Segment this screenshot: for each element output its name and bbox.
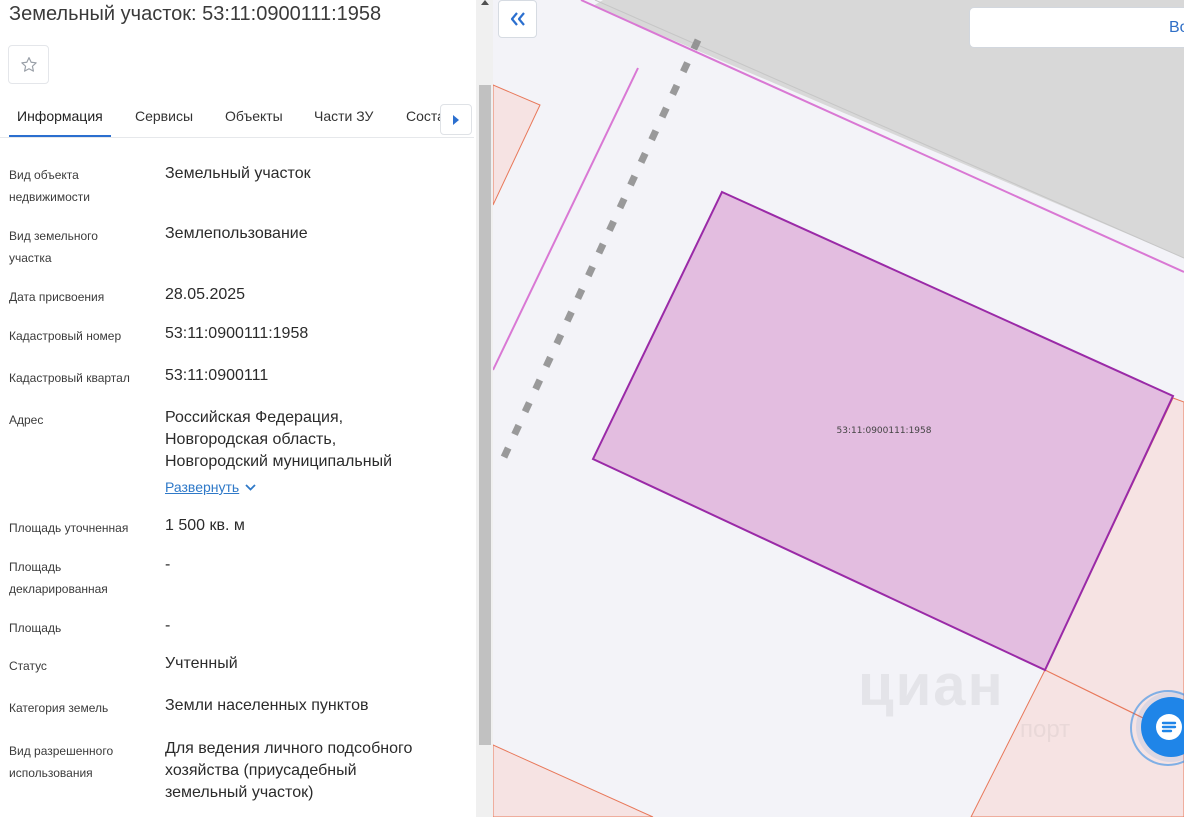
label-status: Статус [9,659,47,673]
favorite-button[interactable] [8,45,49,84]
scroll-up-icon[interactable] [478,0,492,10]
label-object-type: Вид объекта недвижимости [9,168,90,204]
label-address: Адрес [9,413,44,427]
double-chevron-left-icon [510,12,525,26]
neighbor-parcel-bottom-left [493,744,654,817]
tab-services[interactable]: Сервисы [135,108,193,124]
value-area: - [165,617,171,634]
cadastral-map[interactable]: 53:11:0900111:1958 [493,0,1184,817]
label-cadastral-quarter: Кадастровый квартал [9,371,130,385]
value-land-kind: Землепользование [165,225,308,242]
collapse-panel-button[interactable] [498,0,537,38]
value-status: Учтенный [165,655,238,672]
active-tab-indicator [9,135,111,137]
expand-address-link[interactable]: Развернуть [165,479,256,495]
tabs-next-button[interactable] [440,104,472,135]
label-area-declared: Площадь декларированная [9,560,108,596]
value-permitted-use: Для ведения личного подсобного хозяйства… [165,740,413,801]
chat-lines-icon [1156,714,1182,740]
value-address: Российская Федерация, Новгородская облас… [165,409,392,470]
value-assign-date: 28.05.2025 [165,286,246,303]
tab-parts[interactable]: Части ЗУ [314,108,373,124]
label-assign-date: Дата присвоения [9,290,105,304]
value-land-category: Земли населенных пунктов [165,697,369,714]
watermark-sub: порт [1020,716,1071,743]
value-area-declared: - [165,556,171,573]
label-area-refined: Площадь уточненная [9,521,129,535]
scrollbar-thumb[interactable] [479,85,491,745]
watermark-logo: циан [858,653,1005,718]
value-object-type: Земельный участок [165,165,311,182]
value-cadastral-number: 53:11:0900111:1958 [165,325,309,342]
tab-information[interactable]: Информация [17,108,103,124]
label-land-category: Категория земель [9,701,109,715]
star-outline-icon [20,56,37,72]
page-title: Земельный участок: 53:11:0900111:1958 [9,3,382,25]
label-permitted-use: Вид разрешенного использования [9,744,114,780]
info-panel: Земельный участок: 53:11:0900111:1958 Ин… [0,0,476,817]
label-cadastral-number: Кадастровый номер [9,329,122,343]
parcel-label: 53:11:0900111:1958 [837,426,932,436]
neighbor-parcel-left [493,84,541,206]
label-land-kind: Вид земельного участка [9,229,98,265]
tab-bar: Информация Сервисы Объекты Части ЗУ Сост… [0,104,474,138]
expand-label: Развернуть [165,479,240,495]
search-text: Во [1169,19,1184,36]
triangle-right-icon [453,114,459,125]
label-area: Площадь [9,621,62,635]
map-canvas: 53:11:0900111:1958 [493,0,1184,817]
tab-objects[interactable]: Объекты [225,108,283,124]
chevron-down-icon [245,483,256,491]
map-search-input[interactable]: Во [969,7,1184,48]
value-area-refined: 1 500 кв. м [165,517,245,534]
value-cadastral-quarter: 53:11:0900111 [165,367,269,384]
